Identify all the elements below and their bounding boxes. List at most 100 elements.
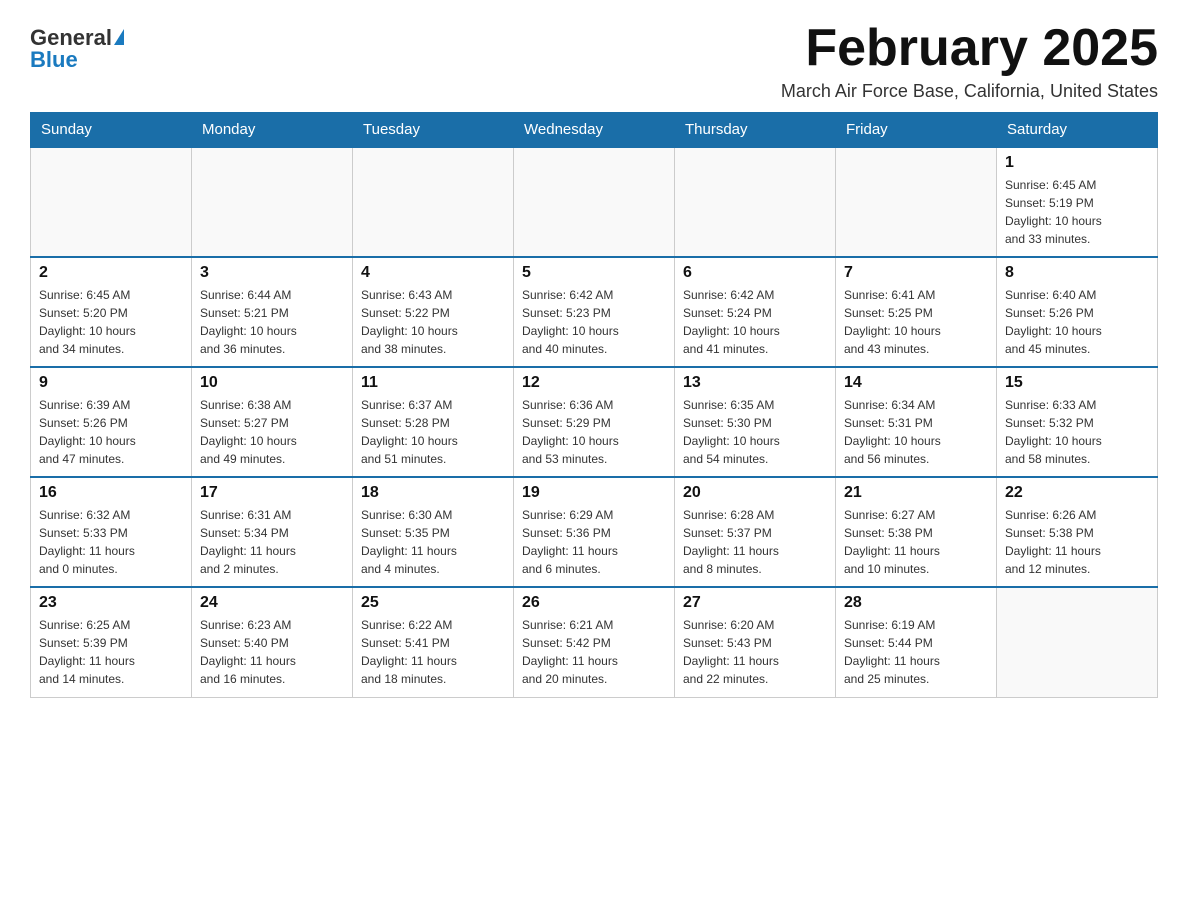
calendar-cell-2-4: 13 Sunrise: 6:35 AM Sunset: 5:30 PM Dayli…	[675, 367, 836, 477]
calendar-cell-1-3: 5Sunrise: 6:42 AM Sunset: 5:23 PM Daylig…	[514, 257, 675, 367]
day-number: 22	[1005, 484, 1149, 502]
day-info: Sunrise: 6:20 AM Sunset: 5:43 PM Dayligh…	[683, 616, 827, 688]
day-number: 3	[200, 264, 344, 282]
day-number: 16	[39, 484, 183, 502]
calendar-cell-2-6: 15 Sunrise: 6:33 AM Sunset: 5:32 PM Dayli…	[997, 367, 1158, 477]
calendar-cell-2-0: 9 Sunrise: 6:39 AM Sunset: 5:26 PM Daylig…	[31, 367, 192, 477]
header-wednesday: Wednesday	[514, 113, 675, 148]
calendar-cell-4-6	[997, 587, 1158, 697]
week-row-2: 2Sunrise: 6:45 AM Sunset: 5:20 PM Daylig…	[31, 257, 1158, 367]
calendar-cell-2-1: 10 Sunrise: 6:38 AM Sunset: 5:27 PM Dayli…	[192, 367, 353, 477]
day-info: Sunrise: 6:27 AM Sunset: 5:38 PM Dayligh…	[844, 506, 988, 578]
week-row-3: 9 Sunrise: 6:39 AM Sunset: 5:26 PM Daylig…	[31, 367, 1158, 477]
header-saturday: Saturday	[997, 113, 1158, 148]
calendar-cell-1-6: 8 Sunrise: 6:40 AM Sunset: 5:26 PM Daylig…	[997, 257, 1158, 367]
day-number: 12	[522, 374, 666, 392]
logo: General Blue	[30, 25, 124, 73]
calendar-cell-0-3	[514, 147, 675, 257]
logo-blue-word: Blue	[30, 47, 78, 73]
day-info: Sunrise: 6:26 AM Sunset: 5:38 PM Dayligh…	[1005, 506, 1149, 578]
day-info: Sunrise: 6:43 AM Sunset: 5:22 PM Dayligh…	[361, 286, 505, 358]
day-number: 13	[683, 374, 827, 392]
day-number: 15	[1005, 374, 1149, 392]
day-number: 24	[200, 594, 344, 612]
day-info: Sunrise: 6:25 AM Sunset: 5:39 PM Dayligh…	[39, 616, 183, 688]
day-number: 28	[844, 594, 988, 612]
calendar-cell-0-0	[31, 147, 192, 257]
day-info: Sunrise: 6:22 AM Sunset: 5:41 PM Dayligh…	[361, 616, 505, 688]
day-info: Sunrise: 6:34 AM Sunset: 5:31 PM Dayligh…	[844, 396, 988, 468]
day-number: 20	[683, 484, 827, 502]
day-info: Sunrise: 6:38 AM Sunset: 5:27 PM Dayligh…	[200, 396, 344, 468]
calendar-cell-3-5: 21Sunrise: 6:27 AM Sunset: 5:38 PM Dayli…	[836, 477, 997, 587]
day-info: Sunrise: 6:41 AM Sunset: 5:25 PM Dayligh…	[844, 286, 988, 358]
day-number: 9	[39, 374, 183, 392]
calendar-cell-2-3: 12 Sunrise: 6:36 AM Sunset: 5:29 PM Dayli…	[514, 367, 675, 477]
calendar-header-row: Sunday Monday Tuesday Wednesday Thursday…	[31, 113, 1158, 148]
calendar-cell-4-3: 26 Sunrise: 6:21 AM Sunset: 5:42 PM Dayli…	[514, 587, 675, 697]
calendar-cell-0-6: 1 Sunrise: 6:45 AM Sunset: 5:19 PM Daylig…	[997, 147, 1158, 257]
calendar-cell-0-4	[675, 147, 836, 257]
day-info: Sunrise: 6:33 AM Sunset: 5:32 PM Dayligh…	[1005, 396, 1149, 468]
header-tuesday: Tuesday	[353, 113, 514, 148]
day-number: 26	[522, 594, 666, 612]
day-number: 1	[1005, 154, 1149, 172]
day-number: 4	[361, 264, 505, 282]
header-sunday: Sunday	[31, 113, 192, 148]
day-info: Sunrise: 6:21 AM Sunset: 5:42 PM Dayligh…	[522, 616, 666, 688]
calendar-cell-0-2	[353, 147, 514, 257]
day-info: Sunrise: 6:19 AM Sunset: 5:44 PM Dayligh…	[844, 616, 988, 688]
header-friday: Friday	[836, 113, 997, 148]
calendar-table: Sunday Monday Tuesday Wednesday Thursday…	[30, 112, 1158, 698]
day-number: 19	[522, 484, 666, 502]
day-info: Sunrise: 6:23 AM Sunset: 5:40 PM Dayligh…	[200, 616, 344, 688]
month-title: February 2025	[781, 20, 1158, 77]
location-title: March Air Force Base, California, United…	[781, 81, 1158, 102]
day-number: 14	[844, 374, 988, 392]
calendar-cell-4-2: 25 Sunrise: 6:22 AM Sunset: 5:41 PM Dayli…	[353, 587, 514, 697]
title-section: February 2025 March Air Force Base, Cali…	[781, 20, 1158, 102]
header-thursday: Thursday	[675, 113, 836, 148]
day-number: 8	[1005, 264, 1149, 282]
page-header: General Blue February 2025 March Air For…	[30, 20, 1158, 102]
calendar-cell-2-2: 11 Sunrise: 6:37 AM Sunset: 5:28 PM Dayli…	[353, 367, 514, 477]
day-number: 2	[39, 264, 183, 282]
calendar-cell-4-4: 27 Sunrise: 6:20 AM Sunset: 5:43 PM Dayli…	[675, 587, 836, 697]
calendar-cell-2-5: 14 Sunrise: 6:34 AM Sunset: 5:31 PM Dayli…	[836, 367, 997, 477]
calendar-cell-3-1: 17 Sunrise: 6:31 AM Sunset: 5:34 PM Dayli…	[192, 477, 353, 587]
day-info: Sunrise: 6:32 AM Sunset: 5:33 PM Dayligh…	[39, 506, 183, 578]
calendar-cell-3-0: 16 Sunrise: 6:32 AM Sunset: 5:33 PM Dayli…	[31, 477, 192, 587]
day-number: 17	[200, 484, 344, 502]
day-number: 7	[844, 264, 988, 282]
calendar-cell-0-1	[192, 147, 353, 257]
calendar-cell-1-0: 2Sunrise: 6:45 AM Sunset: 5:20 PM Daylig…	[31, 257, 192, 367]
week-row-1: 1 Sunrise: 6:45 AM Sunset: 5:19 PM Daylig…	[31, 147, 1158, 257]
calendar-cell-3-3: 19 Sunrise: 6:29 AM Sunset: 5:36 PM Dayli…	[514, 477, 675, 587]
day-info: Sunrise: 6:37 AM Sunset: 5:28 PM Dayligh…	[361, 396, 505, 468]
calendar-cell-1-1: 3 Sunrise: 6:44 AM Sunset: 5:21 PM Daylig…	[192, 257, 353, 367]
week-row-5: 23Sunrise: 6:25 AM Sunset: 5:39 PM Dayli…	[31, 587, 1158, 697]
day-info: Sunrise: 6:30 AM Sunset: 5:35 PM Dayligh…	[361, 506, 505, 578]
day-info: Sunrise: 6:29 AM Sunset: 5:36 PM Dayligh…	[522, 506, 666, 578]
day-number: 27	[683, 594, 827, 612]
day-info: Sunrise: 6:31 AM Sunset: 5:34 PM Dayligh…	[200, 506, 344, 578]
day-info: Sunrise: 6:36 AM Sunset: 5:29 PM Dayligh…	[522, 396, 666, 468]
calendar-cell-4-0: 23Sunrise: 6:25 AM Sunset: 5:39 PM Dayli…	[31, 587, 192, 697]
day-info: Sunrise: 6:35 AM Sunset: 5:30 PM Dayligh…	[683, 396, 827, 468]
calendar-cell-3-2: 18 Sunrise: 6:30 AM Sunset: 5:35 PM Dayli…	[353, 477, 514, 587]
day-number: 25	[361, 594, 505, 612]
day-number: 6	[683, 264, 827, 282]
calendar-cell-4-1: 24 Sunrise: 6:23 AM Sunset: 5:40 PM Dayli…	[192, 587, 353, 697]
day-number: 10	[200, 374, 344, 392]
day-info: Sunrise: 6:45 AM Sunset: 5:19 PM Dayligh…	[1005, 176, 1149, 248]
day-info: Sunrise: 6:40 AM Sunset: 5:26 PM Dayligh…	[1005, 286, 1149, 358]
week-row-4: 16 Sunrise: 6:32 AM Sunset: 5:33 PM Dayli…	[31, 477, 1158, 587]
calendar-cell-1-4: 6 Sunrise: 6:42 AM Sunset: 5:24 PM Daylig…	[675, 257, 836, 367]
logo-triangle-icon	[114, 29, 124, 45]
day-number: 11	[361, 374, 505, 392]
day-info: Sunrise: 6:39 AM Sunset: 5:26 PM Dayligh…	[39, 396, 183, 468]
day-info: Sunrise: 6:42 AM Sunset: 5:24 PM Dayligh…	[683, 286, 827, 358]
day-info: Sunrise: 6:44 AM Sunset: 5:21 PM Dayligh…	[200, 286, 344, 358]
calendar-cell-1-2: 4 Sunrise: 6:43 AM Sunset: 5:22 PM Daylig…	[353, 257, 514, 367]
day-number: 18	[361, 484, 505, 502]
